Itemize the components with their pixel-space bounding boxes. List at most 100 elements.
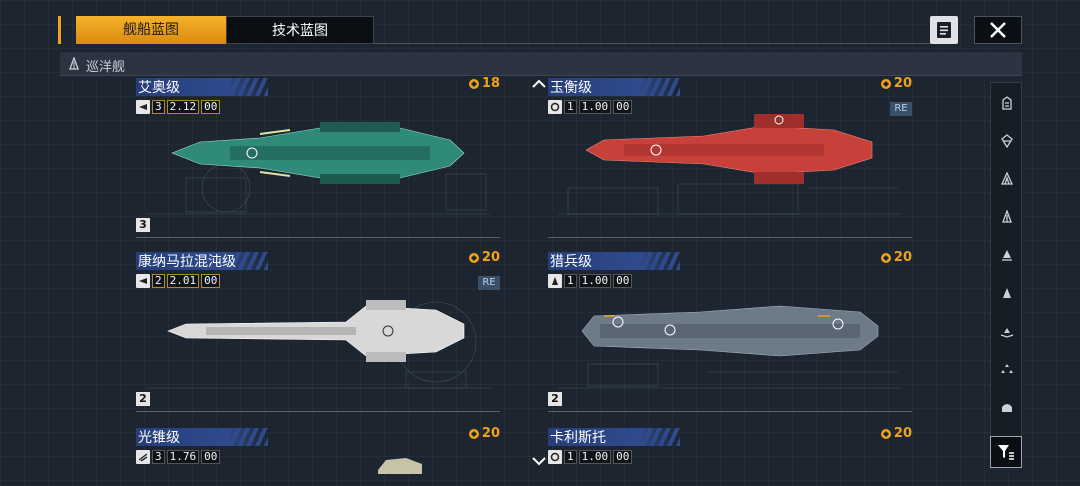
cruiser-icon xyxy=(69,57,79,70)
unit: 00 xyxy=(201,450,221,464)
rail-item-battlecruiser[interactable] xyxy=(991,161,1023,197)
command-point-icon xyxy=(880,252,891,263)
ship-card[interactable]: 猎兵级 20 1 1.00 00 2 xyxy=(548,250,912,412)
divider xyxy=(136,411,500,412)
ship-stats: 3 1.76 00 xyxy=(136,450,221,464)
tier-badge: 3 xyxy=(136,218,150,232)
command-point-icon xyxy=(880,78,891,89)
command-point-icon xyxy=(468,78,479,89)
ship-card[interactable]: 康纳马拉混沌级 20 2 2.01 00 RE 2 xyxy=(136,250,500,412)
value: 2.12 xyxy=(166,100,200,114)
divider xyxy=(548,237,912,238)
chevron-down-icon[interactable] xyxy=(531,455,547,467)
filter-icon xyxy=(998,445,1014,460)
ship-card[interactable]: 玉衡级 20 1 1.00 00 RE xyxy=(548,76,912,238)
filter-button[interactable] xyxy=(990,436,1022,468)
corvette-icon xyxy=(1000,328,1014,338)
close-icon xyxy=(990,22,1006,38)
count: 1 xyxy=(564,450,577,464)
carrier-icon xyxy=(1002,96,1012,110)
count: 3 xyxy=(152,100,165,114)
ship-type-icon xyxy=(548,450,562,464)
tier-badge: 2 xyxy=(136,392,150,406)
command-point-icon xyxy=(880,428,891,439)
ship-stats: 3 2.12 00 xyxy=(136,100,221,114)
ship-image xyxy=(378,458,422,474)
ship-stats: 2 2.01 00 xyxy=(136,274,221,288)
re-badge: RE xyxy=(478,276,500,290)
count: 1 xyxy=(564,274,577,288)
rail-item-support[interactable] xyxy=(991,389,1023,425)
ship-card[interactable]: 卡利斯托 20 1 1.00 00 xyxy=(548,426,912,486)
fighter-icon xyxy=(1001,364,1013,373)
ship-image xyxy=(581,305,879,357)
count: 1 xyxy=(564,100,577,114)
cost: 20 xyxy=(880,426,912,441)
rail-item-corvette[interactable] xyxy=(991,313,1023,349)
divider xyxy=(136,237,500,238)
rail-item-frigate[interactable] xyxy=(991,275,1023,311)
cost-value: 20 xyxy=(893,426,912,441)
rail-item-cruiser[interactable] xyxy=(991,199,1023,235)
battleship-icon xyxy=(1001,134,1013,148)
ship-name: 卡利斯托 xyxy=(550,430,606,446)
divider xyxy=(548,411,912,412)
ship-image xyxy=(171,122,465,184)
divider xyxy=(374,43,930,44)
battlecruiser-icon xyxy=(1000,172,1014,185)
ship-type-icon xyxy=(136,450,150,464)
close-button[interactable] xyxy=(974,16,1022,44)
tier-badge: 2 xyxy=(548,392,562,406)
ship-class-rail xyxy=(990,82,1022,468)
cost: 20 xyxy=(880,250,912,265)
cost: 20 xyxy=(468,250,500,265)
ship-name: 玉衡级 xyxy=(550,80,592,96)
tab-tech-blueprint[interactable]: 技术蓝图 xyxy=(226,16,374,44)
chevron-up-icon[interactable] xyxy=(531,78,547,90)
cost: 20 xyxy=(468,426,500,441)
cost-value: 20 xyxy=(481,250,500,265)
ship-card[interactable]: 光锥级 20 3 1.76 00 xyxy=(136,426,500,486)
ship-image xyxy=(585,114,873,184)
ship-stats: 1 1.00 00 xyxy=(548,274,633,288)
cost: 20 xyxy=(880,76,912,91)
cost-value: 20 xyxy=(893,250,912,265)
ship-name: 猎兵级 xyxy=(550,254,592,270)
ship-type-icon xyxy=(136,100,150,114)
cruiser-icon xyxy=(1002,210,1012,223)
value: 1.76 xyxy=(166,450,200,464)
tab-ship-blueprint[interactable]: 舰船蓝图 xyxy=(76,16,226,44)
notes-button[interactable] xyxy=(930,16,958,44)
cost-value: 18 xyxy=(481,76,500,91)
rail-item-fighter[interactable] xyxy=(991,351,1023,387)
ship-name: 光锥级 xyxy=(138,430,180,446)
ship-name: 康纳马拉混沌级 xyxy=(138,254,236,270)
ship-stats: 1 1.00 00 xyxy=(548,450,633,464)
frigate-icon xyxy=(1003,288,1011,298)
cost: 18 xyxy=(468,76,500,91)
count: 3 xyxy=(152,450,165,464)
value: 1.00 xyxy=(578,450,612,464)
cost-value: 20 xyxy=(893,76,912,91)
category-bar: 巡洋舰 xyxy=(60,52,1022,76)
rail-item-destroyer[interactable] xyxy=(991,237,1023,273)
top-bar: 舰船蓝图 技术蓝图 xyxy=(58,14,1022,46)
destroyer-icon xyxy=(1002,250,1012,261)
ship-type-icon xyxy=(548,100,562,114)
rail-item-battleship[interactable] xyxy=(991,123,1023,159)
ship-card[interactable]: 艾奥级 18 3 2.12 00 3 xyxy=(136,76,500,238)
re-badge: RE xyxy=(890,102,912,116)
category-label: 巡洋舰 xyxy=(86,60,126,75)
unit: 00 xyxy=(201,274,221,288)
support-icon xyxy=(1002,404,1012,412)
accent-edge xyxy=(58,16,61,44)
document-icon xyxy=(937,22,951,38)
count: 2 xyxy=(152,274,165,288)
ship-type-icon xyxy=(136,274,150,288)
value: 1.00 xyxy=(578,274,612,288)
ship-type-icon xyxy=(548,274,562,288)
rail-item-carrier[interactable] xyxy=(991,85,1023,121)
cost-value: 20 xyxy=(481,426,500,441)
command-point-icon xyxy=(468,252,479,263)
value: 2.01 xyxy=(166,274,200,288)
